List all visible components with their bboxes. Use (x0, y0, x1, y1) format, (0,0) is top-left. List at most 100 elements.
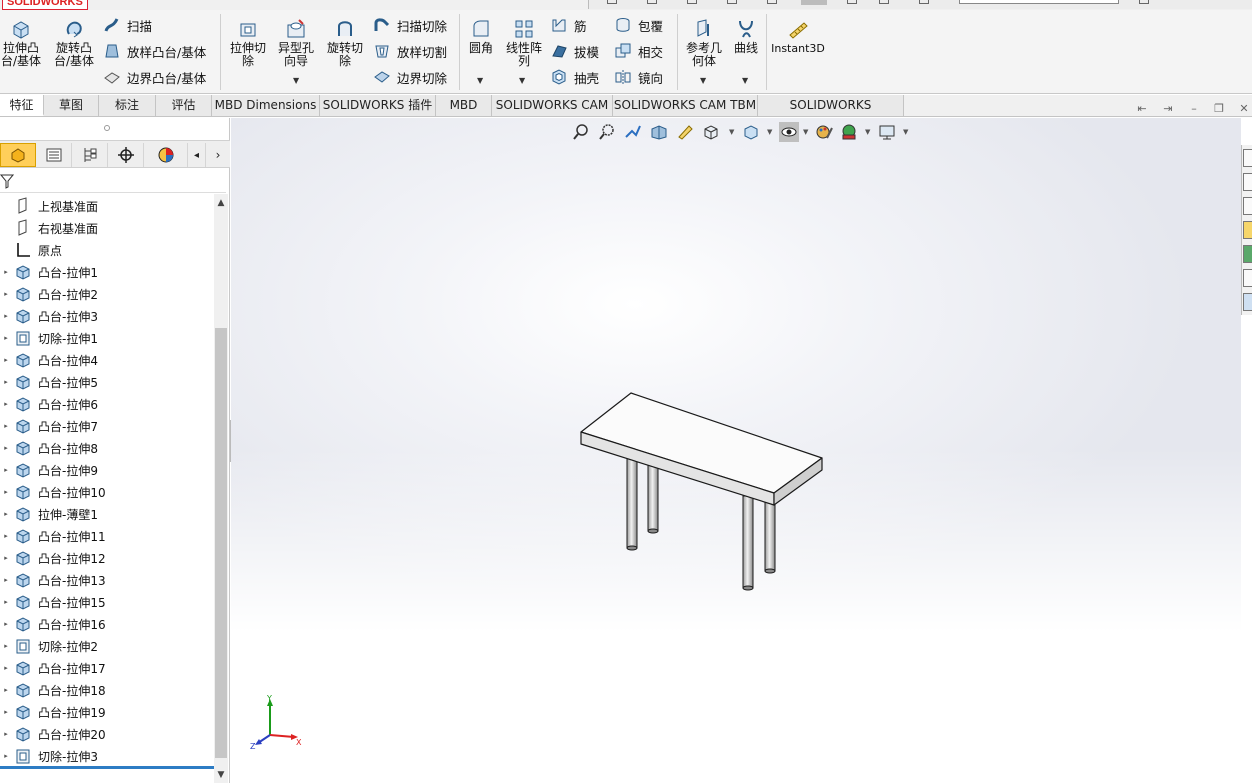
mirror-button[interactable]: 镜向 (614, 67, 663, 87)
feature-manager-tab[interactable] (0, 143, 36, 167)
tab-solidworks-cam[interactable]: SOLIDWORKS CAM (492, 95, 613, 116)
search-commands-input[interactable] (959, 0, 1119, 4)
hide-show-items-icon[interactable] (779, 122, 799, 142)
tree-item[interactable]: ▸ 凸台-拉伸15 (0, 591, 214, 613)
tree-item[interactable]: ▸ 凸台-拉伸8 (0, 437, 214, 459)
scroll-thumb[interactable] (215, 328, 227, 758)
pattern-dropdown-icon[interactable]: ▼ (519, 76, 525, 85)
tile-left-icon[interactable]: ⇤ (1136, 103, 1148, 115)
expand-arrow-icon[interactable]: ▸ (0, 378, 12, 386)
print-icon[interactable] (727, 0, 737, 4)
expand-arrow-icon[interactable]: ▸ (0, 488, 12, 496)
expand-arrow-icon[interactable]: ▸ (0, 268, 12, 276)
draft-button[interactable]: 拔模 (550, 41, 599, 61)
view-orientation-dropdown-icon[interactable]: ▼ (729, 128, 734, 136)
resources-icon[interactable] (1243, 173, 1252, 191)
tree-item[interactable]: ▸ 凸台-拉伸7 (0, 415, 214, 437)
boundary-boss-button[interactable]: 边界凸台/基体 (103, 67, 206, 87)
tree-item[interactable]: ▸ 切除-拉伸3 (0, 745, 214, 767)
display-style-dropdown-icon[interactable]: ▼ (767, 128, 772, 136)
appearances-icon[interactable] (1243, 245, 1252, 263)
tab-features[interactable]: 特征 (0, 95, 44, 116)
tree-item[interactable]: ▸ 凸台-拉伸17 (0, 657, 214, 679)
tree-item[interactable]: ▸ 凸台-拉伸1 (0, 261, 214, 283)
scroll-up-icon[interactable]: ▲ (214, 196, 228, 210)
expand-arrow-icon[interactable]: ▸ (0, 576, 12, 584)
dimxpert-manager-tab[interactable] (108, 143, 144, 167)
filter-icon[interactable] (0, 173, 14, 189)
tree-item[interactable]: 上视基准面 (0, 195, 214, 217)
fillet-button[interactable]: 圆角 (464, 18, 498, 55)
select-tool-icon[interactable] (801, 0, 827, 5)
forum-icon[interactable] (1243, 293, 1252, 311)
intersect-button[interactable]: 相交 (614, 41, 663, 61)
extrude-cut-button[interactable]: 拉伸切 除 (226, 18, 270, 68)
expand-arrow-icon[interactable]: ▸ (0, 444, 12, 452)
fillet-dropdown-icon[interactable]: ▼ (477, 76, 483, 85)
expand-arrow-icon[interactable]: ▸ (0, 708, 12, 716)
tree-item[interactable]: ▸ 凸台-拉伸16 (0, 613, 214, 635)
help-icon[interactable] (919, 0, 929, 4)
apply-scene-icon[interactable] (839, 122, 859, 142)
tree-item[interactable]: ▸ 凸台-拉伸3 (0, 305, 214, 327)
display-style-icon[interactable] (741, 122, 761, 142)
expand-arrow-icon[interactable]: ▸ (0, 422, 12, 430)
tab-annotation[interactable]: 标注 (99, 95, 156, 116)
loft-boss-button[interactable]: 放样凸台/基体 (103, 41, 206, 61)
display-manager-tab[interactable] (144, 143, 188, 167)
expand-arrow-icon[interactable]: ▸ (0, 290, 12, 298)
panel-scroll-left-icon[interactable]: ◂ (188, 143, 206, 167)
tile-right-icon[interactable]: ⇥ (1162, 103, 1174, 115)
extrude-boss-button[interactable]: 拉伸凸 台/基体 (0, 18, 42, 68)
panel-scroll-right-icon[interactable]: › (206, 143, 230, 167)
tab-solidworks-inspection[interactable]: SOLIDWORKS Inspection (758, 95, 904, 132)
lofted-cut-button[interactable]: 放样切割 (373, 41, 447, 61)
revolve-boss-button[interactable]: 旋转凸 台/基体 (50, 18, 98, 68)
tab-solidworks-addins[interactable]: SOLIDWORKS 插件 (320, 95, 436, 116)
tree-item[interactable]: ▸ 凸台-拉伸5 (0, 371, 214, 393)
restore-icon[interactable]: ❐ (1213, 103, 1225, 115)
zoom-to-fit-icon[interactable] (571, 122, 591, 142)
curves-button[interactable]: 曲线 (730, 18, 762, 55)
new-doc-icon[interactable] (607, 0, 617, 4)
expand-arrow-icon[interactable]: ▸ (0, 752, 12, 760)
hide-show-dropdown-icon[interactable]: ▼ (803, 128, 808, 136)
expand-arrow-icon[interactable]: ▸ (0, 664, 12, 672)
tree-item[interactable]: 原点 (0, 239, 214, 261)
tree-item[interactable]: ▸ 凸台-拉伸9 (0, 459, 214, 481)
expand-arrow-icon[interactable]: ▸ (0, 400, 12, 408)
hole-wizard-button[interactable]: 异型孔 向导 (274, 18, 318, 68)
expand-arrow-icon[interactable]: ▸ (0, 356, 12, 364)
tree-item[interactable]: ▸ 凸台-拉伸10 (0, 481, 214, 503)
expand-arrow-icon[interactable]: ▸ (0, 620, 12, 628)
tree-item[interactable]: ▸ 凸台-拉伸6 (0, 393, 214, 415)
save-icon[interactable] (687, 0, 697, 4)
swept-cut-button[interactable]: 扫描切除 (373, 15, 447, 35)
apply-scene-dropdown-icon[interactable]: ▼ (865, 128, 870, 136)
boundary-cut-button[interactable]: 边界切除 (373, 67, 447, 87)
expand-arrow-icon[interactable]: ▸ (0, 730, 12, 738)
tree-item[interactable]: ▸ 凸台-拉伸11 (0, 525, 214, 547)
tab-sketch[interactable]: 草图 (44, 95, 99, 116)
tree-item[interactable]: 右视基准面 (0, 217, 214, 239)
view-settings-icon[interactable] (877, 122, 897, 142)
expand-arrow-icon[interactable]: ▸ (0, 532, 12, 540)
panel-grip-icon[interactable] (104, 125, 110, 131)
hole-wizard-dropdown-icon[interactable]: ▼ (293, 76, 299, 85)
tree-item[interactable]: ▸ 切除-拉伸1 (0, 327, 214, 349)
configuration-manager-tab[interactable] (72, 143, 108, 167)
wrap-button[interactable]: 包覆 (614, 15, 663, 35)
search-icon[interactable] (1139, 0, 1149, 4)
expand-arrow-icon[interactable]: ▸ (0, 598, 12, 606)
tree-item[interactable]: ▸ 凸台-拉伸20 (0, 723, 214, 745)
section-view-icon[interactable] (649, 122, 669, 142)
linear-pattern-button[interactable]: 线性阵 列 (502, 18, 546, 68)
home-icon[interactable] (1243, 149, 1252, 167)
tree-item[interactable]: ▸ 凸台-拉伸12 (0, 547, 214, 569)
tab-mbd-dimensions[interactable]: MBD Dimensions (212, 95, 320, 116)
tree-scrollbar[interactable]: ▲ ▼ (214, 194, 228, 783)
dynamic-annotation-icon[interactable] (675, 122, 695, 142)
tree-item[interactable]: ▸ 切除-拉伸2 (0, 635, 214, 657)
tree-filter-bar[interactable] (0, 169, 226, 193)
expand-arrow-icon[interactable]: ▸ (0, 334, 12, 342)
